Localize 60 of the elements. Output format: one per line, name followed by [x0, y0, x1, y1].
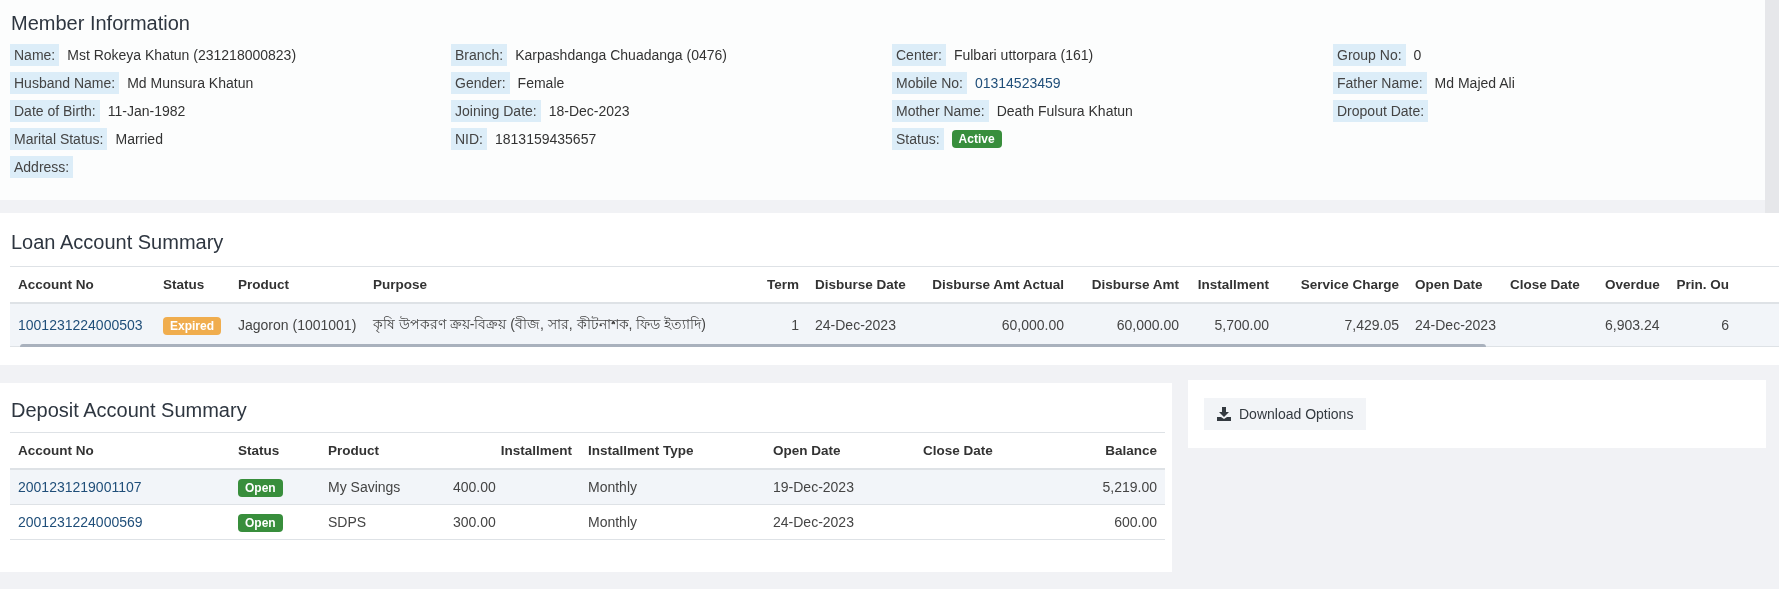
field-value: 0 [1413, 47, 1422, 63]
field-value: Fulbari uttorpara (161) [953, 47, 1094, 63]
table-cell: 60,000.00 [1116, 317, 1179, 333]
table-cell: Monthly [588, 479, 638, 495]
table-cell: 5,219.00 [1102, 479, 1157, 495]
table-cell: 1 [791, 317, 799, 333]
field-value: Karpashdanga Chuadanga (0476) [515, 47, 727, 63]
field-label: Husband Name: [10, 72, 120, 94]
account-link[interactable]: 2001231224000569 [18, 514, 143, 530]
table-cell: 400.00 [453, 479, 496, 495]
table-cell: 600.00 [1114, 514, 1157, 530]
table-cell: Monthly [588, 514, 638, 530]
field-label: Marital Status: [10, 128, 108, 150]
section-title: Loan Account Summary [11, 231, 225, 254]
field-label: Branch: [451, 44, 508, 66]
section-title: Member Information [11, 12, 191, 35]
status-badge: Expired [163, 317, 221, 335]
field-value: 1813159435657 [495, 131, 597, 147]
table-cell: 7,429.05 [1344, 317, 1399, 333]
field-label: Gender: [451, 72, 510, 94]
table-cell: SDPS [328, 514, 367, 530]
field-label: Group No: [1333, 44, 1406, 66]
field-label: Address: [10, 156, 74, 178]
field-value: Md Majed Ali [1434, 75, 1515, 91]
field-label: Status: [892, 128, 944, 150]
table-cell: 24-Dec-2023 [1415, 317, 1496, 333]
field-label: Joining Date: [451, 100, 541, 122]
status-badge: Open [238, 514, 283, 532]
table-cell: 24-Dec-2023 [815, 317, 896, 333]
status-badge: Open [238, 479, 283, 497]
download-button[interactable]: Download Options [1204, 398, 1367, 430]
field-label: Date of Birth: [10, 100, 100, 122]
field-label: Father Name: [1333, 72, 1427, 94]
field-value: Married [115, 131, 163, 147]
table-cell: 300.00 [453, 514, 496, 530]
status-badge: Active [951, 130, 1002, 148]
field-value: Female [517, 75, 565, 91]
table-cell: কৃষি উপকরণ ক্রয়-বিক্রয় (বীজ, সার, কীটনাশক, ফিড ইত্যাদি) [373, 316, 706, 332]
table-cell: My Savings [328, 479, 401, 495]
table-cell: 6,903.24 [1605, 317, 1660, 333]
field-label: Dropout Date: [1333, 100, 1429, 122]
field-value: 11-Jan-1982 [107, 103, 186, 119]
field-value: Md Munsura Khatun [127, 75, 254, 91]
field-label: Name: [10, 44, 60, 66]
table-cell: 6 [1721, 317, 1729, 333]
field-value: Mst Rokeya Khatun (231218000823) [67, 47, 297, 63]
table-cell: Jagoron (1001001) [238, 317, 357, 333]
table-cell: 19-Dec-2023 [773, 479, 854, 495]
field-label: Center: [892, 44, 946, 66]
phone-link[interactable]: 01314523459 [974, 75, 1061, 91]
table-cell: 5,700.00 [1214, 317, 1269, 333]
field-value: 18-Dec-2023 [548, 103, 630, 119]
field-value: Death Fulsura Khatun [996, 103, 1133, 119]
table-cell: 60,000.00 [1001, 317, 1064, 333]
section-title: Deposit Account Summary [11, 399, 248, 422]
field-label: Mobile No: [892, 72, 967, 94]
table-cell: 24-Dec-2023 [773, 514, 854, 530]
field-label: NID: [451, 128, 487, 150]
download-icon [1217, 407, 1231, 421]
field-label: Mother Name: [892, 100, 989, 122]
